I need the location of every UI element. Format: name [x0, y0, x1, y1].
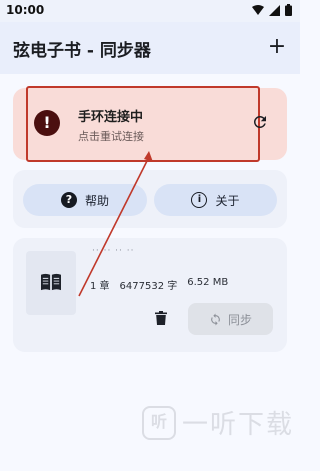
alert-icon: ! [34, 110, 60, 136]
book-title: ·· ·· ·· ·· [92, 246, 135, 254]
delete-icon[interactable] [155, 311, 167, 325]
watermark: 听 一听下载 [142, 404, 294, 441]
connection-status-title: 手环连接中 [78, 110, 144, 125]
signal-icon [269, 4, 280, 16]
book-chapters: 1 章 [90, 281, 110, 292]
wifi-icon [252, 4, 264, 15]
connection-status-subtitle: 点击重试连接 [78, 130, 144, 143]
info-icon: i [191, 192, 208, 208]
app-bar: 弦电子书 - 同步器 + [0, 22, 300, 74]
status-time: 10:00 [6, 3, 45, 17]
book-meta: 1 章 6477532 字 6.52 MB [90, 277, 228, 292]
sync-label: 同步 [227, 312, 252, 327]
help-icon: ? [60, 192, 77, 208]
about-button[interactable]: i 关于 [154, 184, 277, 216]
status-icons [252, 4, 292, 16]
battery-icon [285, 4, 292, 16]
help-label: 帮助 [84, 193, 109, 208]
help-button[interactable]: ? 帮助 [23, 184, 147, 216]
watermark-badge: 听 [142, 405, 176, 440]
about-label: 关于 [215, 193, 240, 208]
watermark-text: 一听下载 [182, 410, 295, 440]
page-title: 弦电子书 - 同步器 [13, 41, 151, 61]
book-size: 6.52 MB [187, 277, 229, 288]
book-icon [41, 273, 61, 291]
refresh-icon[interactable] [251, 113, 269, 131]
sync-icon [211, 313, 220, 325]
status-bar: 10:00 [0, 0, 300, 22]
sync-button[interactable]: 同步 [188, 303, 273, 335]
add-button[interactable]: + [262, 33, 292, 63]
book-word-count: 6477532 字 [119, 281, 178, 292]
